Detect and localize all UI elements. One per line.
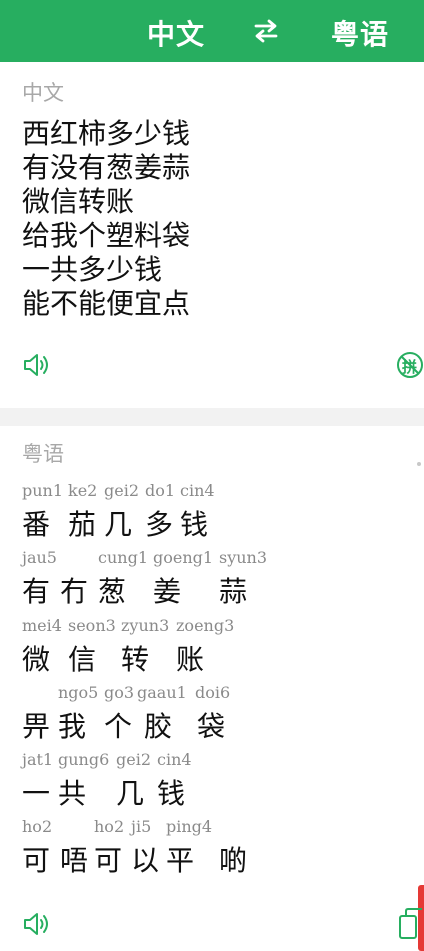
jyutping: ke2 (68, 481, 98, 500)
cantonese-char: 袋 (197, 710, 226, 743)
cantonese-char: 可 (94, 844, 123, 877)
source-line: 西红柿多少钱 (22, 117, 191, 150)
jyutping: ji5 (131, 817, 152, 836)
jyutping: gung6 (58, 750, 110, 769)
jyutping: cin4 (180, 481, 215, 500)
cantonese-char: 信 (68, 643, 97, 676)
pinyin-glyph: 拼 (402, 358, 418, 376)
pinyin-toggle-icon[interactable]: 拼 (396, 351, 424, 379)
jyutping: jau5 (22, 548, 57, 567)
translation-row[interactable]: mei4 seon3 zyun3 zoeng3 微 信 转 账 (0, 616, 424, 684)
scroll-indicator (417, 462, 421, 466)
source-section-label: 中文 (22, 81, 64, 105)
cantonese-char: 啲 (219, 844, 248, 877)
jyutping: ho2 (22, 817, 53, 836)
jyutping: ping4 (166, 817, 213, 836)
translation-row[interactable]: jau5 cung1 goeng1 syun3 有 冇 葱 姜 蒜 (0, 548, 424, 616)
source-line: 一共多少钱 (22, 253, 163, 286)
jyutping: zyun3 (121, 616, 170, 635)
jyutping: goeng1 (153, 548, 214, 567)
jyutping: do1 (145, 481, 176, 500)
jyutping: mei4 (22, 616, 62, 635)
translation-row[interactable]: pun1 ke2 gei2 do1 cin4 番 茄 几 多 钱 (0, 481, 424, 549)
copy-icon[interactable] (398, 906, 424, 942)
cantonese-char: 账 (176, 643, 205, 676)
source-text[interactable]: 西红柿多少钱 有没有葱姜蒜 微信转账 给我个塑料袋 一共多少钱 能不能便宜点 (22, 117, 190, 321)
jyutping: syun3 (219, 548, 268, 567)
source-line: 能不能便宜点 (22, 287, 191, 320)
cantonese-char: 唔 (60, 844, 89, 877)
jyutping: cung1 (98, 548, 148, 567)
cantonese-char: 茄 (68, 508, 97, 541)
source-line: 有没有葱姜蒜 (22, 151, 191, 184)
cantonese-char: 几 (116, 777, 145, 810)
cantonese-char: 多 (145, 508, 174, 541)
cantonese-char: 微 (22, 643, 51, 676)
cantonese-char: 畀 (22, 710, 51, 743)
source-language-button[interactable]: 中文 (147, 13, 205, 53)
cantonese-char: 冇 (60, 575, 89, 608)
jyutping: ngo5 (58, 683, 99, 702)
cantonese-char: 一 (22, 777, 51, 810)
cantonese-char: 平 (166, 844, 195, 877)
jyutping: pun1 (22, 481, 64, 500)
cantonese-char: 共 (58, 777, 87, 810)
top-bar: 中文 粤语 (0, 0, 424, 62)
cantonese-char: 番 (22, 508, 51, 541)
cantonese-char: 转 (121, 643, 150, 676)
speaker-icon[interactable] (22, 352, 50, 378)
translation-row[interactable]: ho2 ho2 ji5 ping4 可 唔 可 以 平 啲 (0, 817, 424, 885)
cantonese-char: 姜 (153, 575, 182, 608)
target-section-label: 粤语 (22, 442, 64, 466)
jyutping: gei2 (116, 750, 152, 769)
jyutping: zoeng3 (176, 616, 235, 635)
section-divider (0, 408, 424, 426)
jyutping: jat1 (22, 750, 54, 769)
jyutping: ho2 (94, 817, 125, 836)
swap-arrows-icon[interactable] (252, 18, 280, 44)
jyutping: doi6 (195, 683, 231, 702)
cantonese-char: 个 (104, 710, 133, 743)
target-language-button[interactable]: 粤语 (331, 13, 389, 53)
translation-row[interactable]: jat1 gung6 gei2 cin4 一 共 几 钱 (0, 750, 424, 818)
cantonese-char: 钱 (180, 508, 209, 541)
speaker-icon[interactable] (22, 911, 50, 937)
cantonese-char: 有 (22, 575, 51, 608)
cantonese-char: 蒜 (219, 575, 248, 608)
translation-row[interactable]: ngo5 go3 gaau1 doi6 畀 我 个 胶 袋 (0, 683, 424, 751)
source-line: 微信转账 (22, 185, 135, 218)
jyutping: seon3 (68, 616, 116, 635)
cantonese-char: 葱 (98, 575, 127, 608)
cantonese-char: 胶 (144, 710, 173, 743)
cantonese-char: 可 (22, 844, 51, 877)
jyutping: gaau1 (137, 683, 187, 702)
cantonese-char: 钱 (157, 777, 186, 810)
jyutping: go3 (104, 683, 135, 702)
cantonese-char: 我 (58, 710, 87, 743)
cantonese-char: 几 (104, 508, 133, 541)
cantonese-char: 以 (131, 844, 160, 877)
source-line: 给我个塑料袋 (22, 219, 191, 252)
jyutping: cin4 (157, 750, 192, 769)
jyutping: gei2 (104, 481, 140, 500)
